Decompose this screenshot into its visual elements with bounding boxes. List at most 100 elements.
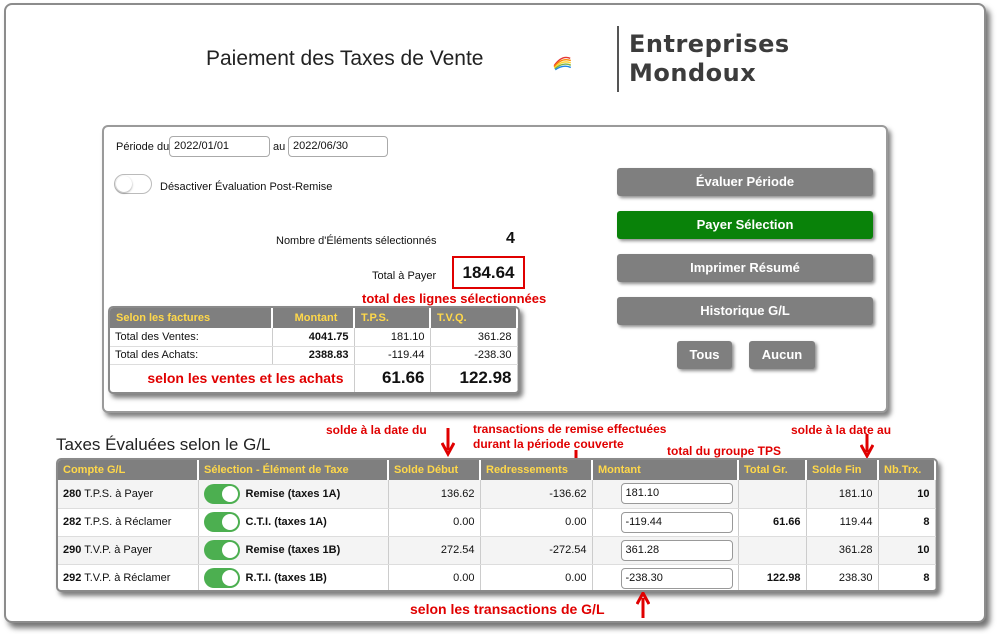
gl-amount-input[interactable]: -119.44 bbox=[620, 511, 733, 533]
summary-header-row: Selon les factures Montant T.P.S. T.V.Q. bbox=[110, 308, 518, 328]
gl-start-balance: 136.62 bbox=[388, 480, 481, 509]
annotation-rebate-tx-1: transactions de remise effectuées bbox=[473, 422, 667, 436]
print-summary-button[interactable]: Imprimer Résumé bbox=[617, 254, 873, 282]
selected-count-label: Nombre d'Éléments sélectionnés bbox=[276, 235, 437, 247]
post-rebate-toggle[interactable] bbox=[114, 174, 152, 194]
gl-tax-table: Compte G/L Sélection - Élément de Taxe S… bbox=[56, 458, 938, 592]
gl-account-cell: 292 T.V.P. à Réclamer bbox=[58, 564, 199, 590]
summary-header: T.P.S. bbox=[354, 308, 431, 328]
select-all-button[interactable]: Tous bbox=[677, 341, 732, 369]
annotation-end-balance: solde à la date au bbox=[791, 423, 892, 437]
gl-account-number: 292 bbox=[63, 572, 82, 584]
logo-line-2: Mondoux bbox=[629, 59, 757, 87]
table-row: 290 T.V.P. à Payer Remise (taxes 1B) 272… bbox=[58, 536, 936, 565]
gl-header: Solde Fin bbox=[806, 460, 879, 480]
summary-cell: 4041.75 bbox=[272, 328, 355, 347]
annotation-total-lines: total des lignes sélectionnées bbox=[362, 291, 547, 306]
gl-amount-input[interactable]: -238.30 bbox=[620, 567, 733, 589]
gl-header: Compte G/L bbox=[58, 460, 199, 480]
gl-element-cell: Remise (taxes 1A) bbox=[198, 480, 389, 509]
gl-element-cell: R.T.I. (taxes 1B) bbox=[198, 564, 389, 590]
gl-account-name: T.V.P. à Réclamer bbox=[84, 572, 171, 584]
arrow-up-icon bbox=[636, 592, 650, 618]
table-row: 280 T.P.S. à Payer Remise (taxes 1A) 136… bbox=[58, 480, 936, 509]
gl-header: Sélection - Élément de Taxe bbox=[198, 460, 389, 480]
gl-trx-count: 8 bbox=[878, 508, 936, 537]
gl-adjustment: -272.54 bbox=[480, 536, 593, 565]
period-to-input[interactable]: 2022/06/30 bbox=[288, 136, 388, 157]
period-from-input[interactable]: 2022/01/01 bbox=[169, 136, 270, 157]
gl-group-total: 122.98 bbox=[738, 564, 807, 590]
summary-cell: 2388.83 bbox=[272, 346, 355, 365]
summary-header: Montant bbox=[272, 308, 355, 328]
row-select-toggle[interactable] bbox=[203, 512, 240, 532]
annotation-tps-group-total: total du groupe TPS bbox=[667, 444, 781, 458]
gl-amount-cell: -119.44 bbox=[592, 508, 739, 537]
table-row: 292 T.V.P. à Réclamer R.T.I. (taxes 1B) … bbox=[58, 564, 936, 590]
summary-cell: -119.44 bbox=[354, 346, 431, 365]
gl-header-row: Compte G/L Sélection - Élément de Taxe S… bbox=[58, 460, 936, 480]
gl-account-name: T.V.P. à Payer bbox=[84, 544, 153, 556]
gl-start-balance: 272.54 bbox=[388, 536, 481, 565]
gl-amount-cell: -238.30 bbox=[592, 564, 739, 590]
row-select-toggle[interactable] bbox=[203, 568, 240, 588]
gl-account-number: 280 bbox=[63, 487, 82, 500]
select-none-button[interactable]: Aucun bbox=[749, 341, 815, 369]
gl-amount-input[interactable]: 361.28 bbox=[620, 539, 733, 561]
gl-group-total bbox=[738, 536, 807, 565]
gl-header: Total Gr. bbox=[738, 460, 807, 480]
gl-element-label: R.T.I. (taxes 1B) bbox=[245, 571, 327, 584]
total-value: 184.64 bbox=[452, 256, 525, 289]
summary-cell: 181.10 bbox=[354, 328, 431, 347]
arrow-down-icon bbox=[860, 434, 874, 460]
evaluate-period-button[interactable]: Évaluer Période bbox=[617, 168, 873, 196]
gl-account-cell: 280 T.P.S. à Payer bbox=[58, 480, 199, 509]
gl-trx-count: 10 bbox=[878, 480, 936, 509]
company-logo-icon bbox=[553, 56, 572, 71]
page-title: Paiement des Taxes de Vente bbox=[206, 47, 484, 70]
gl-group-total bbox=[738, 480, 807, 509]
total-label: Total à Payer bbox=[372, 270, 437, 282]
table-row: Total des Ventes: 4041.75 181.10 361.28 bbox=[110, 328, 518, 347]
gl-section-title: Taxes Évaluées selon le G/L bbox=[56, 435, 271, 454]
gl-element-label: Remise (taxes 1B) bbox=[245, 543, 341, 556]
summary-total-tvq: 122.98 bbox=[430, 364, 518, 392]
summary-total-row: selon les ventes et les achats 61.66 122… bbox=[110, 364, 518, 392]
gl-end-balance: 238.30 bbox=[806, 564, 879, 590]
company-name: Entreprises Mondoux bbox=[629, 30, 790, 88]
summary-cell: Total des Achats: bbox=[110, 346, 273, 365]
gl-header: Solde Début bbox=[388, 460, 481, 480]
gl-trx-count: 10 bbox=[878, 536, 936, 565]
gl-account-name: T.P.S. à Réclamer bbox=[84, 516, 172, 528]
row-select-toggle[interactable] bbox=[203, 483, 240, 504]
summary-header: Selon les factures bbox=[110, 308, 273, 328]
gl-header: Nb.Trx. bbox=[878, 460, 936, 480]
gl-element-label: Remise (taxes 1A) bbox=[245, 487, 341, 500]
arrow-down-icon bbox=[441, 428, 455, 458]
table-row: 282 T.P.S. à Réclamer C.T.I. (taxes 1A) … bbox=[58, 508, 936, 537]
gl-account-number: 290 bbox=[63, 544, 82, 556]
gl-adjustment: -136.62 bbox=[480, 480, 593, 509]
post-rebate-toggle-label: Désactiver Évaluation Post-Remise bbox=[160, 181, 333, 193]
gl-element-cell: C.T.I. (taxes 1A) bbox=[198, 508, 389, 537]
gl-account-cell: 290 T.V.P. à Payer bbox=[58, 536, 199, 565]
annotation-rebate-tx-2: durant la période couverte bbox=[473, 437, 624, 451]
gl-amount-cell: 361.28 bbox=[592, 536, 739, 565]
row-select-toggle[interactable] bbox=[203, 540, 240, 560]
gl-element-cell: Remise (taxes 1B) bbox=[198, 536, 389, 565]
invoice-summary-table: Selon les factures Montant T.P.S. T.V.Q.… bbox=[108, 306, 520, 394]
logo-line-1: Entreprises bbox=[629, 30, 790, 58]
gl-account-number: 282 bbox=[63, 516, 82, 528]
period-to-label: au bbox=[273, 141, 286, 153]
gl-adjustment: 0.00 bbox=[480, 564, 593, 590]
gl-history-button[interactable]: Historique G/L bbox=[617, 297, 873, 325]
gl-amount-input[interactable]: 181.10 bbox=[620, 483, 733, 505]
gl-start-balance: 0.00 bbox=[388, 508, 481, 537]
logo-divider bbox=[617, 26, 619, 92]
gl-start-balance: 0.00 bbox=[388, 564, 481, 590]
pay-selection-button[interactable]: Payer Sélection bbox=[617, 211, 873, 239]
gl-amount-cell: 181.10 bbox=[592, 480, 739, 509]
gl-header: Montant bbox=[592, 460, 739, 480]
gl-account-cell: 282 T.P.S. à Réclamer bbox=[58, 508, 199, 537]
gl-end-balance: 181.10 bbox=[806, 480, 879, 509]
